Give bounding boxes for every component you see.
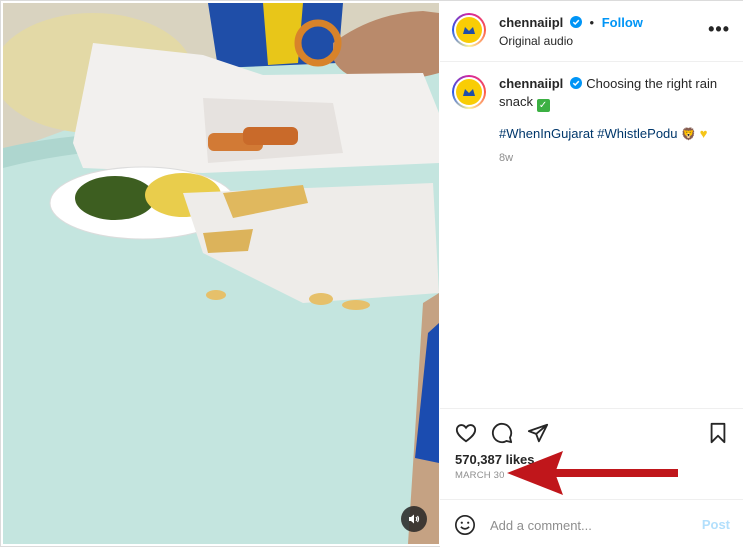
follow-button[interactable]: Follow bbox=[602, 15, 643, 30]
yellow-heart-icon: ♥ bbox=[699, 126, 708, 141]
hashtag-link[interactable]: #WhistlePodu bbox=[597, 126, 677, 141]
post-header: chennaiipl • Follow Original audio ••• bbox=[440, 1, 743, 62]
username-link[interactable]: chennaiipl bbox=[499, 15, 563, 30]
caption-block: chennaiipl Choosing the right rain snack … bbox=[440, 63, 743, 176]
header-name-line: chennaiipl • Follow bbox=[499, 15, 643, 30]
post-date[interactable]: MARCH 30 bbox=[455, 470, 505, 481]
emoji-icon[interactable] bbox=[454, 514, 476, 536]
more-options-icon[interactable]: ••• bbox=[708, 19, 730, 40]
post-age: 8w bbox=[499, 152, 514, 164]
mute-button[interactable] bbox=[401, 506, 427, 532]
post-video[interactable] bbox=[3, 3, 439, 544]
instagram-post: chennaiipl • Follow Original audio ••• c… bbox=[0, 0, 743, 547]
share-icon[interactable] bbox=[527, 422, 549, 444]
post-sidebar: chennaiipl • Follow Original audio ••• c… bbox=[440, 1, 743, 547]
video-frame bbox=[3, 3, 439, 544]
bookmark-icon[interactable] bbox=[708, 422, 728, 444]
verified-icon bbox=[570, 77, 583, 89]
comment-bar: Post bbox=[440, 499, 743, 547]
hashtag-link[interactable]: #WhenInGujarat bbox=[499, 126, 594, 141]
hashtags: #WhenInGujarat #WhistlePodu 🦁 ♥ bbox=[499, 126, 732, 141]
lion-emoji-icon: 🦁 bbox=[681, 127, 697, 141]
check-mark-icon: ✓ bbox=[536, 99, 550, 112]
comment-input[interactable] bbox=[490, 515, 690, 535]
separator-dot: • bbox=[589, 15, 595, 30]
actions-section: 570,387 likes MARCH 30 Post bbox=[440, 408, 743, 547]
verified-icon bbox=[569, 16, 582, 28]
caption-text: chennaiipl Choosing the right rain snack … bbox=[499, 75, 732, 112]
speaker-icon bbox=[409, 514, 420, 524]
likes-count[interactable]: 570,387 likes bbox=[455, 452, 535, 467]
avatar[interactable] bbox=[452, 13, 486, 47]
caption-avatar[interactable] bbox=[452, 75, 486, 109]
comment-icon[interactable] bbox=[491, 422, 513, 444]
super-kings-logo-icon bbox=[463, 27, 475, 34]
audio-link[interactable]: Original audio bbox=[499, 34, 573, 48]
caption-username[interactable]: chennaiipl bbox=[499, 76, 563, 91]
super-kings-logo-icon bbox=[463, 89, 475, 96]
heart-icon[interactable] bbox=[455, 422, 477, 444]
post-comment-button[interactable]: Post bbox=[702, 517, 730, 532]
